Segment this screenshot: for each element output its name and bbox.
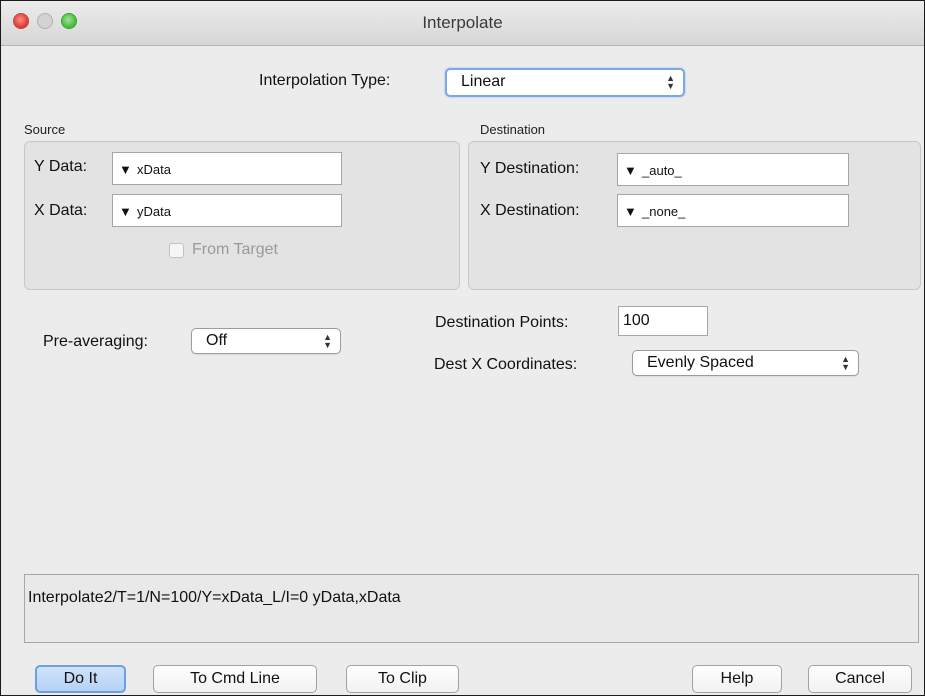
interpolation-type-value: Linear (461, 73, 506, 90)
from-target-label: From Target (192, 241, 278, 258)
cancel-button[interactable]: Cancel (808, 665, 912, 693)
x-data-value: yData (137, 204, 171, 219)
pre-averaging-label: Pre-averaging: (43, 333, 148, 350)
triangle-down-icon: ▼ (119, 204, 132, 219)
destination-points-label: Destination Points: (435, 314, 569, 331)
dest-x-coordinates-value: Evenly Spaced (647, 354, 754, 371)
window-title: Interpolate (422, 13, 503, 32)
pre-averaging-value: Off (206, 332, 228, 349)
x-data-field[interactable]: ▼ yData (112, 194, 342, 227)
updown-chevron-icon: ▲ ▼ (323, 332, 332, 350)
y-destination-label: Y Destination: (480, 160, 580, 177)
command-text: Interpolate2/T=1/N=100/Y=xData_L/I=0 yDa… (28, 589, 401, 606)
to-clip-button[interactable]: To Clip (346, 665, 459, 693)
destination-heading: Destination (480, 122, 546, 137)
to-cmd-line-button[interactable]: To Cmd Line (153, 665, 317, 693)
title-bar: Interpolate (1, 1, 924, 46)
y-destination-field[interactable]: ▼ _auto_ (617, 153, 849, 186)
x-destination-field[interactable]: ▼ _none_ (617, 194, 849, 227)
source-heading: Source (24, 122, 66, 137)
updown-chevron-icon: ▲ ▼ (666, 73, 675, 91)
x-destination-label: X Destination: (480, 202, 580, 219)
y-destination-value: _auto_ (642, 163, 682, 178)
interpolate-dialog: Interpolate Interpolation Type: Linear ▲… (0, 0, 925, 696)
triangle-down-icon: ▼ (624, 204, 637, 219)
y-data-value: xData (137, 162, 171, 177)
updown-chevron-icon: ▲ ▼ (841, 354, 850, 372)
command-preview: Interpolate2/T=1/N=100/Y=xData_L/I=0 yDa… (24, 574, 919, 643)
pre-averaging-popup[interactable]: Off ▲ ▼ (191, 328, 341, 354)
from-target-checkbox[interactable] (169, 243, 184, 258)
triangle-down-icon: ▼ (624, 163, 637, 178)
destination-points-field[interactable]: 100 (618, 306, 708, 336)
interpolation-type-label: Interpolation Type: (259, 72, 391, 89)
x-data-label: X Data: (34, 202, 88, 219)
dest-x-coordinates-popup[interactable]: Evenly Spaced ▲ ▼ (632, 350, 859, 376)
help-button[interactable]: Help (692, 665, 782, 693)
dest-x-coordinates-label: Dest X Coordinates: (434, 356, 578, 373)
do-it-button[interactable]: Do It (35, 665, 126, 693)
y-data-label: Y Data: (34, 158, 88, 175)
destination-points-value: 100 (623, 312, 650, 329)
x-destination-value: _none_ (642, 204, 686, 219)
triangle-down-icon: ▼ (119, 162, 132, 177)
y-data-field[interactable]: ▼ xData (112, 152, 342, 185)
interpolation-type-popup[interactable]: Linear ▲ ▼ (445, 68, 685, 97)
